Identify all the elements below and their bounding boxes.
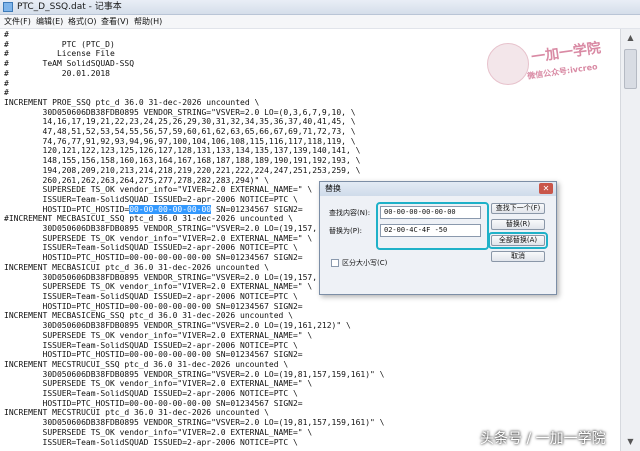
menu-view[interactable]: 查看(V) bbox=[101, 15, 129, 28]
find-label: 查找内容(N): bbox=[329, 209, 371, 217]
scroll-up-icon[interactable]: ▲ bbox=[624, 31, 637, 44]
replace-all-button[interactable]: 全部替换(A) bbox=[491, 235, 545, 246]
watermark-badge-icon bbox=[487, 43, 529, 85]
dialog-title: 替换 bbox=[325, 184, 341, 193]
vertical-scrollbar[interactable]: ▲ ▼ bbox=[620, 29, 640, 451]
replace-input[interactable]: 02-00-4C-4F -50 bbox=[380, 224, 481, 237]
scroll-thumb[interactable] bbox=[624, 49, 637, 89]
selected-text: 00-00-00-00-00-00 bbox=[129, 204, 212, 214]
find-next-button[interactable]: 查找下一个(F) bbox=[491, 203, 545, 214]
menu-bar: 文件(F) 编辑(E) 格式(O) 查看(V) 帮助(H) bbox=[0, 15, 640, 29]
replace-dialog: 替换 ✕ 查找内容(N): 00-00-00-00-00-00 替换为(P): … bbox=[319, 181, 557, 295]
menu-file[interactable]: 文件(F) bbox=[4, 15, 31, 28]
match-case-label: 区分大小写(C) bbox=[342, 259, 388, 267]
dialog-title-bar: 替换 ✕ bbox=[320, 182, 556, 196]
editor-text-before: # # PTC (PTC_D) # License File # TeAM So… bbox=[4, 30, 361, 214]
find-input[interactable]: 00-00-00-00-00-00 bbox=[380, 206, 481, 219]
replace-label: 替换为(P): bbox=[329, 227, 363, 235]
replace-button[interactable]: 替换(R) bbox=[491, 219, 545, 230]
notepad-icon bbox=[3, 2, 13, 12]
match-case-checkbox[interactable] bbox=[331, 259, 339, 267]
scroll-down-icon[interactable]: ▼ bbox=[624, 435, 637, 448]
title-bar: PTC_D_SSQ.dat - 记事本 bbox=[0, 0, 640, 15]
menu-format[interactable]: 格式(O) bbox=[68, 15, 97, 28]
cancel-button[interactable]: 取消 bbox=[491, 251, 545, 262]
close-icon[interactable]: ✕ bbox=[539, 183, 553, 194]
menu-help[interactable]: 帮助(H) bbox=[134, 15, 162, 28]
credit-watermark: 头条号 / 一加一学院 bbox=[480, 431, 606, 447]
window-title: PTC_D_SSQ.dat - 记事本 bbox=[17, 2, 122, 12]
watermark-logo: 一加一学院 微信公众号:ivcreo bbox=[487, 38, 622, 98]
menu-edit[interactable]: 编辑(E) bbox=[36, 15, 63, 28]
